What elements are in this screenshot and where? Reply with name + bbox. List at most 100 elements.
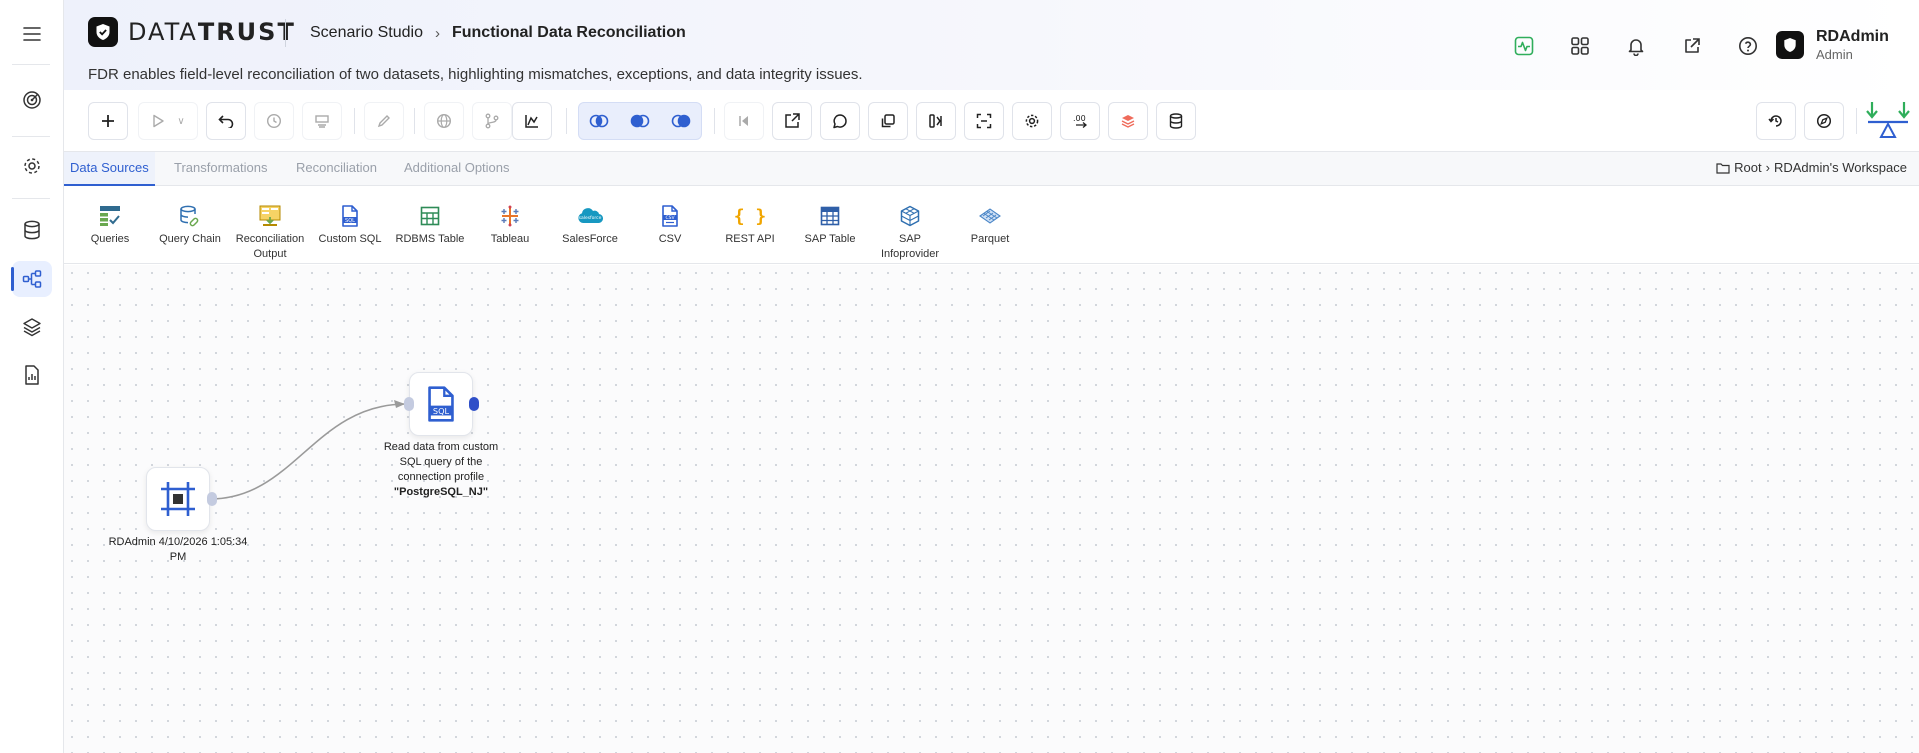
palette-item-parquet[interactable]: Parquet: [950, 204, 1030, 247]
brand-name-bold: TRUST: [197, 18, 296, 46]
tab-transformations[interactable]: Transformations: [168, 152, 273, 186]
help-icon[interactable]: [1720, 30, 1776, 62]
sql-file-icon: SQL: [428, 386, 454, 422]
report-icon[interactable]: [12, 357, 52, 393]
palette-item-salesforce[interactable]: salesforce SalesForce: [550, 204, 630, 247]
database-icon[interactable]: [12, 212, 52, 248]
skip-back-icon[interactable]: [724, 102, 764, 140]
branch-icon[interactable]: [472, 102, 512, 140]
custom-sql-node-label: Read data from custom SQL query of the c…: [375, 440, 507, 500]
user-menu[interactable]: RDAdmin Admin: [1776, 28, 1889, 62]
salesforce-cloud-icon: salesforce: [550, 204, 630, 228]
right-join-icon[interactable]: [660, 114, 701, 128]
connection-edge-layer: [209, 400, 406, 500]
svg-text:.00: .00: [1073, 114, 1086, 123]
globe-icon[interactable]: [424, 102, 464, 140]
tab-reconciliation[interactable]: Reconciliation: [290, 152, 383, 186]
split-column-icon[interactable]: [916, 102, 956, 140]
workspace-root[interactable]: Root: [1734, 160, 1761, 175]
palette-item-query-chain[interactable]: Query Chain: [150, 204, 230, 247]
comment-icon[interactable]: [820, 102, 860, 140]
palette-label: SAP Table: [804, 233, 856, 245]
flow-icon[interactable]: [11, 261, 52, 297]
settings-icon[interactable]: [12, 148, 52, 184]
chart-icon[interactable]: [512, 102, 552, 140]
layers-icon[interactable]: [12, 309, 52, 345]
gear-icon[interactable]: [1012, 102, 1052, 140]
query-chain-icon: [150, 204, 230, 228]
undo-button[interactable]: [206, 102, 246, 140]
breadcrumb-parent[interactable]: Scenario Studio: [310, 24, 423, 42]
sql-node-output-port[interactable]: [469, 397, 479, 411]
palette-label: RDBMS Table: [395, 233, 465, 245]
decimal-icon[interactable]: .00: [1060, 102, 1100, 140]
toolbar-divider: [566, 108, 567, 134]
restore-icon[interactable]: [1756, 102, 1796, 140]
palette-label: SAP Infoprovider: [880, 233, 940, 260]
sql-node-input-port[interactable]: [404, 397, 414, 411]
data-source-palette: Queries Query Chain Reconciliation Outpu…: [64, 186, 1919, 264]
workspace-breadcrumb[interactable]: Root › RDAdmin's Workspace: [1716, 160, 1907, 175]
target-icon[interactable]: [12, 82, 52, 118]
toolbar-divider: [414, 108, 415, 134]
toolbar-divider: [1856, 108, 1857, 134]
sql-file-icon: SQL: [310, 204, 390, 228]
svg-text:SQL: SQL: [433, 406, 450, 416]
workspace-name[interactable]: RDAdmin's Workspace: [1774, 160, 1907, 175]
palette-label: Custom SQL: [318, 233, 382, 245]
palette-item-csv[interactable]: CSV CSV: [630, 204, 710, 247]
toolbar-divider: [714, 108, 715, 134]
left-join-icon[interactable]: [620, 114, 661, 128]
palette-label: CSV: [658, 233, 682, 245]
custom-sql-node[interactable]: SQL: [409, 372, 473, 436]
grid-icon[interactable]: [1552, 30, 1608, 62]
header-actions: [1496, 30, 1776, 62]
export-icon[interactable]: [772, 102, 812, 140]
add-button[interactable]: [88, 102, 128, 140]
header-divider: [285, 19, 286, 47]
palette-item-sap-table[interactable]: SAP Table: [790, 204, 870, 247]
run-button[interactable]: ∨: [138, 102, 198, 140]
external-link-icon[interactable]: [1664, 30, 1720, 62]
recon-output-icon: [230, 204, 310, 228]
palette-item-sap-infoprovider[interactable]: SAP Infoprovider: [870, 204, 950, 262]
tab-bar: Data Sources Transformations Reconciliat…: [64, 152, 1919, 186]
user-role: Admin: [1816, 47, 1853, 62]
chevron-down-icon[interactable]: ∨: [177, 116, 184, 127]
svg-text:CSV: CSV: [665, 215, 675, 221]
palette-item-queries[interactable]: Queries: [70, 204, 150, 247]
join-type-group: [578, 102, 702, 140]
scan-icon[interactable]: [964, 102, 1004, 140]
start-node-output-port[interactable]: [207, 492, 217, 506]
rail-divider: [12, 136, 50, 137]
copy-icon[interactable]: [868, 102, 908, 140]
database-icon[interactable]: [1156, 102, 1196, 140]
connection-profile-name: "PostgreSQL_NJ": [393, 486, 489, 498]
activity-icon[interactable]: [1496, 30, 1552, 62]
start-node[interactable]: [146, 467, 210, 531]
menu-icon[interactable]: [12, 16, 52, 52]
bell-icon[interactable]: [1608, 30, 1664, 62]
history-icon[interactable]: [254, 102, 294, 140]
balance-scale-icon[interactable]: [1866, 100, 1910, 142]
braces-icon: { }: [733, 205, 767, 227]
brand-logo[interactable]: DATATRUST: [88, 17, 296, 47]
edit-icon[interactable]: [364, 102, 404, 140]
palette-item-rest-api[interactable]: { } REST API: [710, 204, 790, 247]
compass-icon[interactable]: [1804, 102, 1844, 140]
inner-join-icon[interactable]: [579, 114, 620, 128]
palette-item-custom-sql[interactable]: SQL Custom SQL: [310, 204, 390, 247]
tab-data-sources[interactable]: Data Sources: [64, 152, 155, 186]
palette-item-reconciliation-output[interactable]: Reconciliation Output: [230, 204, 310, 262]
stack-layers-icon[interactable]: [1108, 102, 1148, 140]
chevron-right-icon: ›: [1765, 160, 1770, 175]
tableau-icon: [470, 204, 550, 228]
palette-item-tableau[interactable]: Tableau: [470, 204, 550, 247]
tab-additional-options[interactable]: Additional Options: [398, 152, 516, 186]
palette-item-rdbms-table[interactable]: RDBMS Table: [390, 204, 470, 247]
left-rail: [0, 0, 64, 753]
stamp-icon[interactable]: [302, 102, 342, 140]
workflow-canvas[interactable]: RDAdmin 4/10/2026 1:05:34 PM SQL Read da…: [64, 265, 1919, 753]
avatar: [1776, 31, 1804, 59]
queries-icon: [70, 204, 150, 228]
